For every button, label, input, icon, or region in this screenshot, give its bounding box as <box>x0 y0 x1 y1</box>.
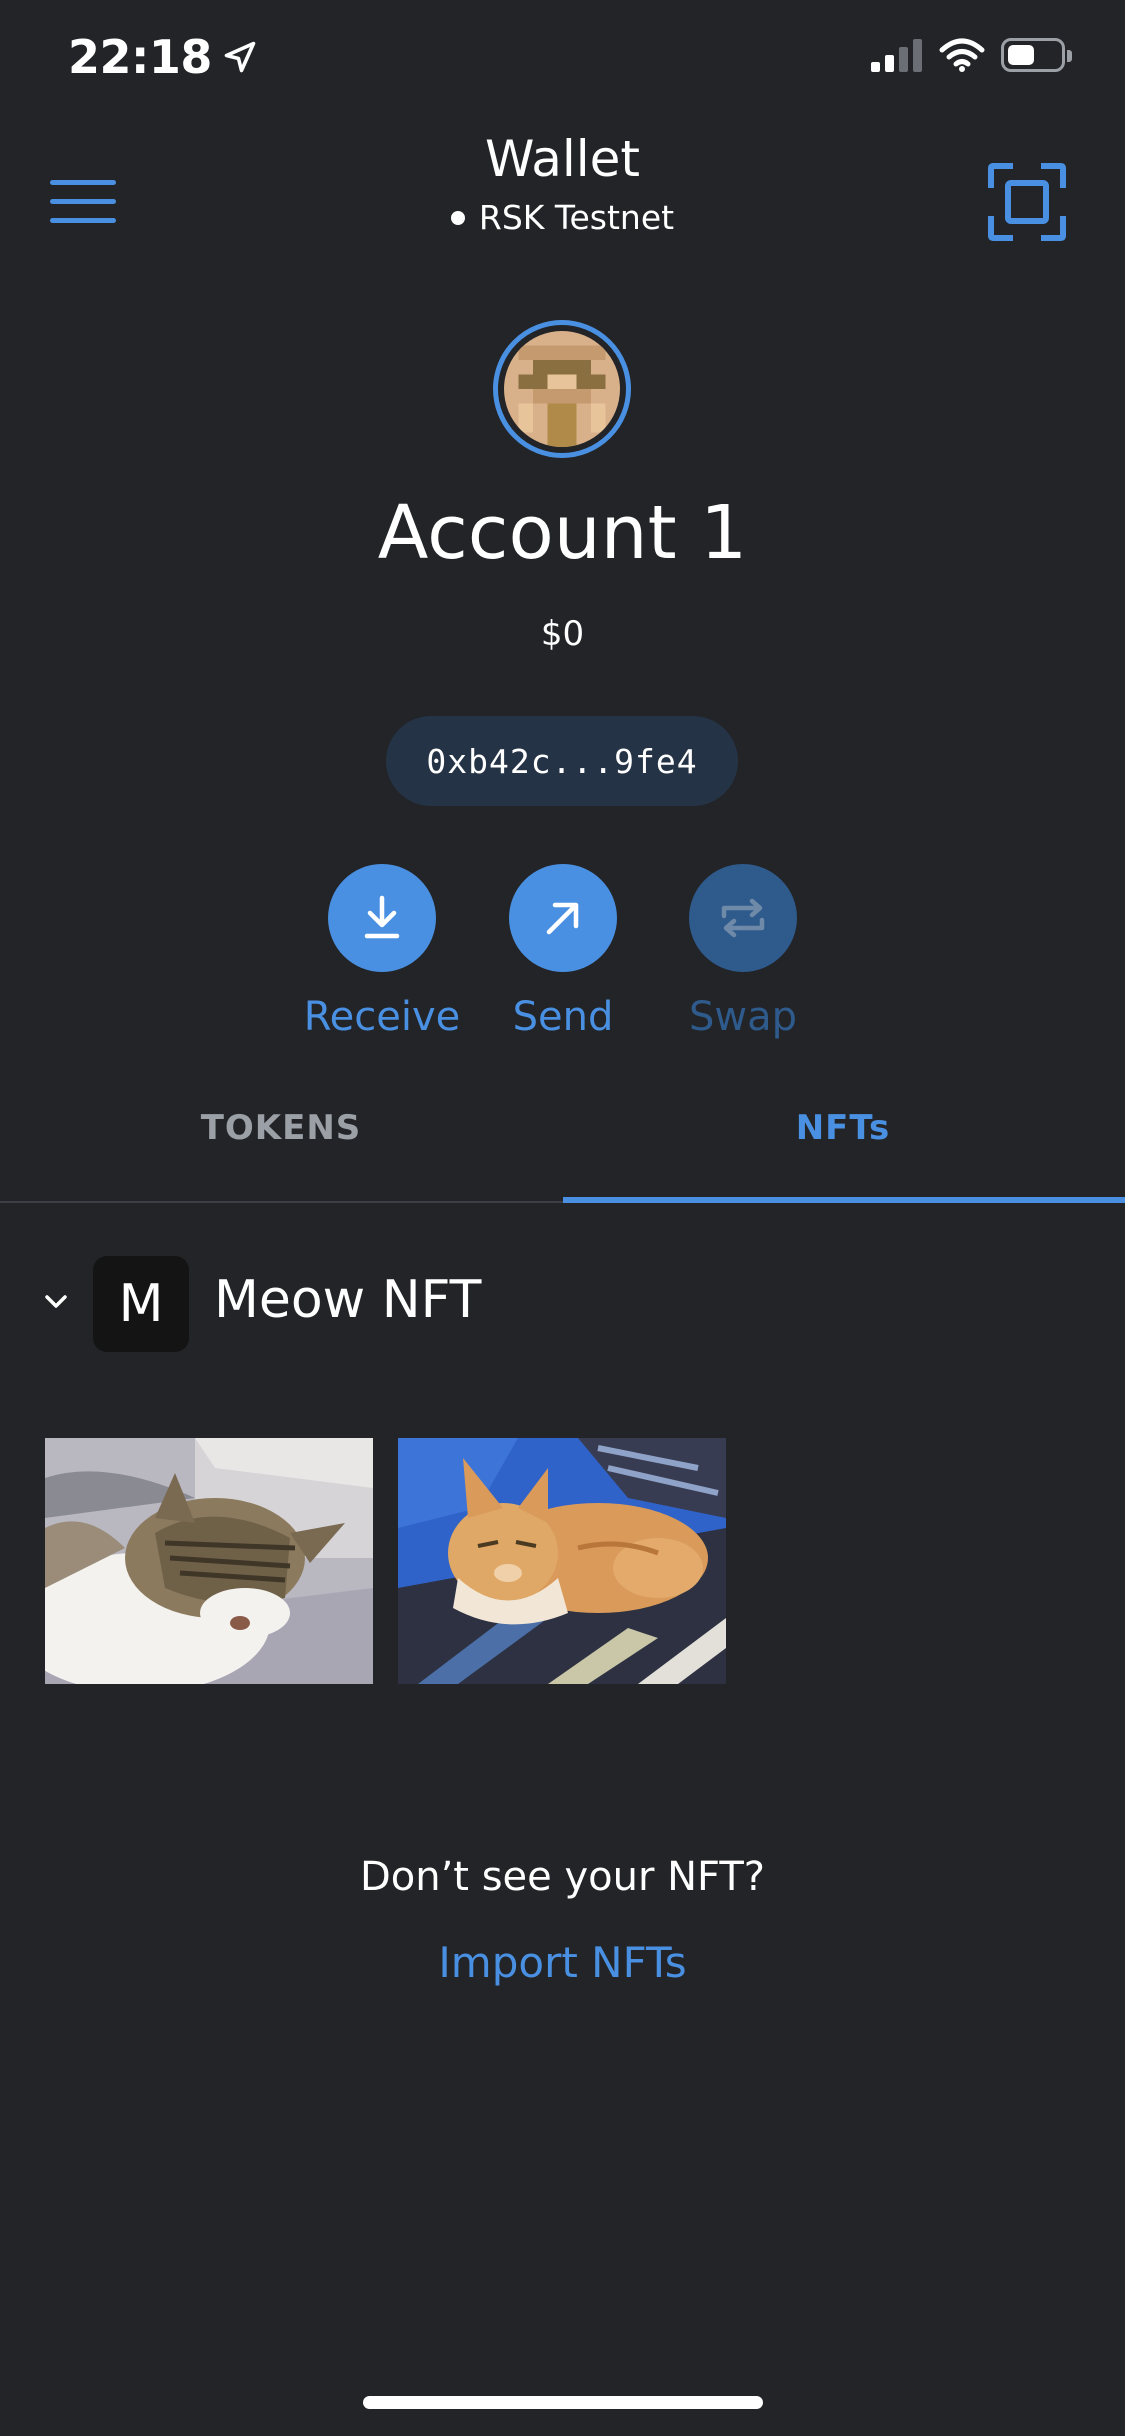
chevron-down-icon[interactable] <box>40 1285 72 1317</box>
swap-button[interactable]: Swap <box>663 864 823 1040</box>
download-icon <box>364 895 400 939</box>
receive-button[interactable]: Receive <box>302 864 462 1040</box>
send-label: Send <box>512 994 614 1040</box>
wifi-icon <box>939 38 985 72</box>
nft-item[interactable] <box>45 1438 373 1684</box>
avatar <box>504 331 620 447</box>
qr-scan-icon <box>988 163 1066 241</box>
signal-icon <box>871 39 922 72</box>
location-arrow-icon <box>224 41 256 73</box>
collection-logo-letter: M <box>118 1274 164 1334</box>
nft-image-orange-cat <box>398 1438 726 1684</box>
nft-image-tabby-cat <box>45 1438 373 1684</box>
network-name: RSK Testnet <box>478 198 675 237</box>
battery-level <box>1008 45 1034 65</box>
swap-circle <box>689 864 797 972</box>
status-icons <box>871 38 1072 72</box>
receive-circle <box>328 864 436 972</box>
nft-item[interactable] <box>398 1438 726 1684</box>
swap-label: Swap <box>688 994 797 1040</box>
tab-nfts[interactable]: NFTs <box>562 1108 1124 1148</box>
tab-tokens[interactable]: TOKENS <box>0 1108 562 1148</box>
account-balance: $0 <box>540 614 585 654</box>
page-title: Wallet <box>484 130 641 188</box>
status-time: 22:18 <box>68 30 258 84</box>
account-name: Account 1 <box>377 490 748 576</box>
battery-icon <box>1001 38 1072 72</box>
swap-icon <box>721 898 765 938</box>
account-address: 0xb42c...9fe4 <box>426 741 698 781</box>
empty-state-text: Don’t see your NFT? <box>359 1854 766 1900</box>
scan-button[interactable] <box>987 162 1067 242</box>
status-time-label: 22:18 <box>68 30 212 84</box>
collection-logo: M <box>93 1256 189 1352</box>
import-nfts-link[interactable]: Import NFTs <box>0 1938 1125 1987</box>
receive-label: Receive <box>303 994 461 1040</box>
account-avatar[interactable] <box>493 320 631 458</box>
home-indicator[interactable] <box>363 2396 763 2409</box>
send-circle <box>509 864 617 972</box>
arrow-up-right-icon <box>546 902 579 935</box>
network-status-dot <box>450 210 465 225</box>
collection-name[interactable]: Meow NFT <box>214 1270 481 1330</box>
tab-active-indicator <box>563 1197 1125 1203</box>
address-pill[interactable]: 0xb42c...9fe4 <box>386 716 738 806</box>
send-button[interactable]: Send <box>483 864 643 1040</box>
network-indicator[interactable]: RSK Testnet <box>0 198 1125 237</box>
